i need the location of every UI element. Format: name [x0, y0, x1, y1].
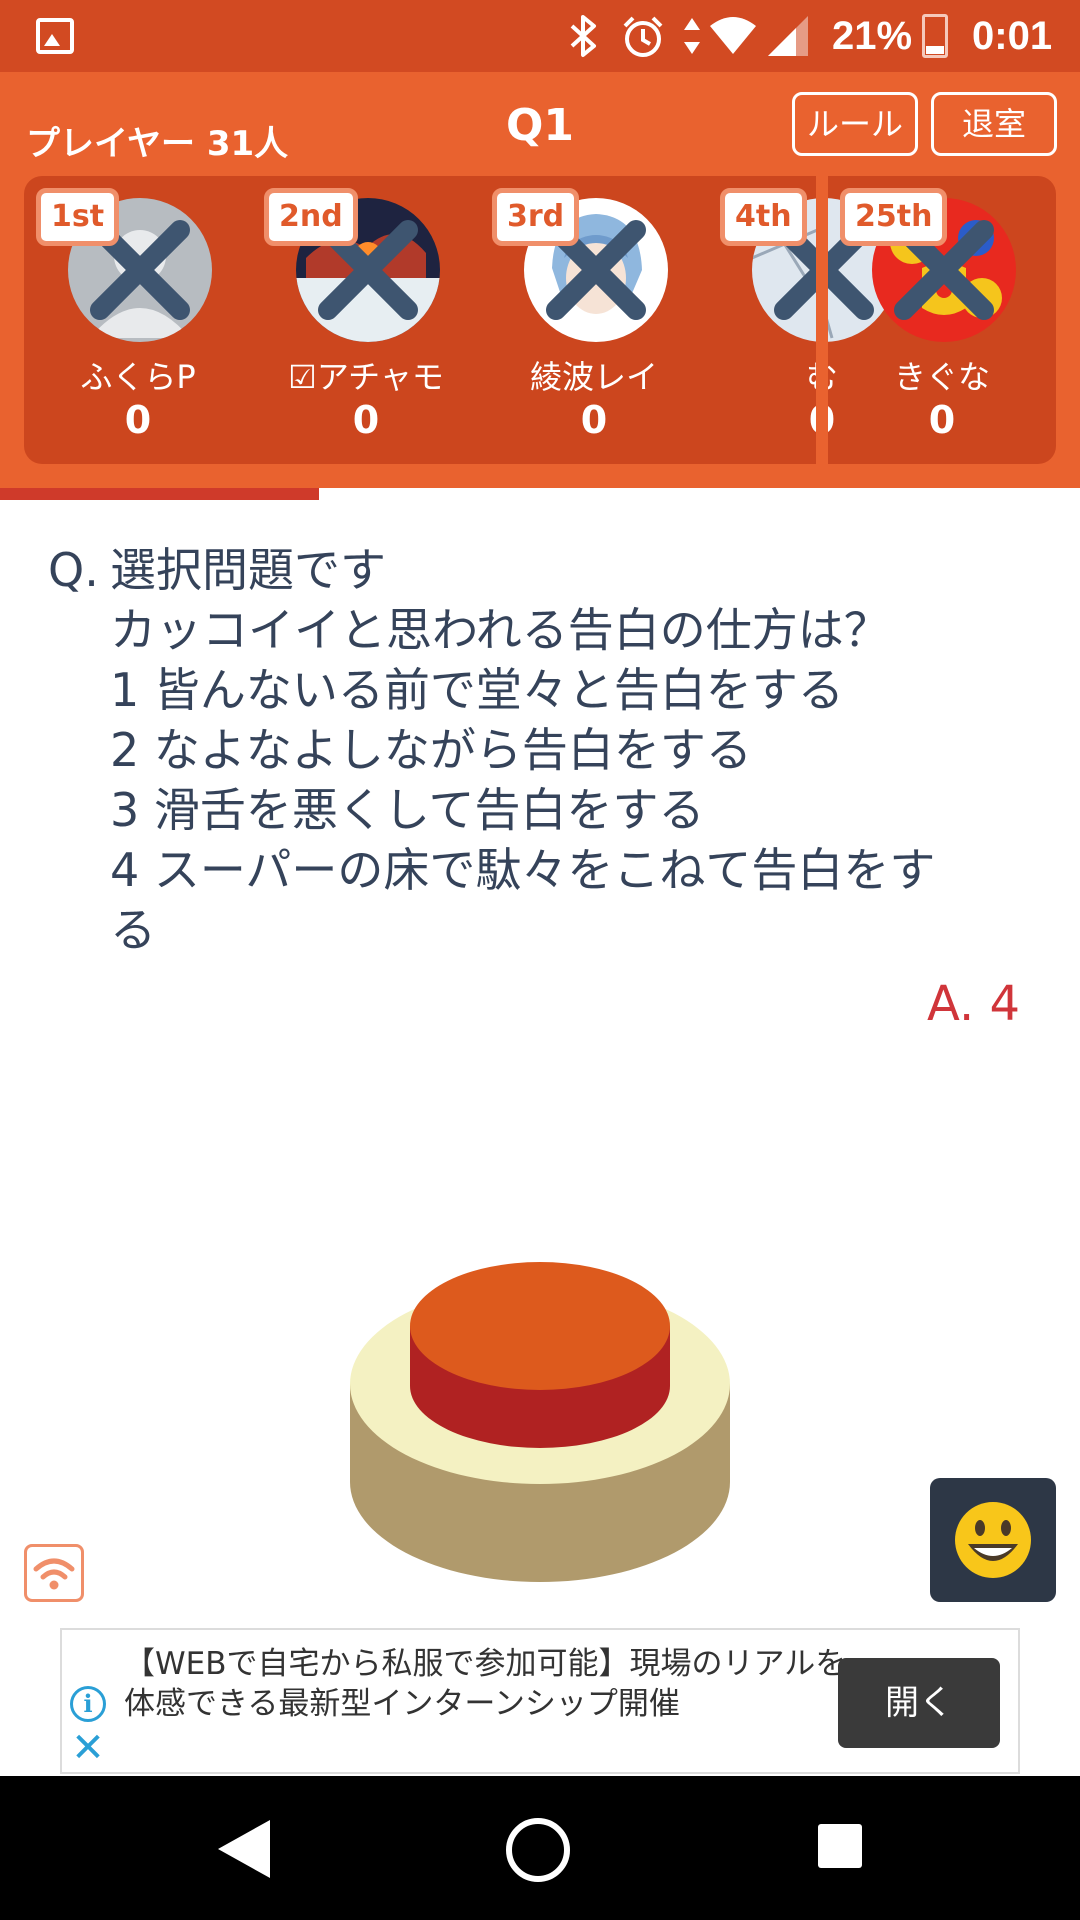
game-header: プレイヤー 31人 Q1 ルール 退室 1st ふくらP 0 2nd ☑アチャモ… — [0, 72, 1080, 488]
answer-text: A. 4 — [926, 976, 1020, 1032]
home-icon[interactable] — [504, 1816, 572, 1884]
rules-button[interactable]: ルール — [792, 92, 918, 156]
emoji-reaction-button[interactable] — [930, 1478, 1056, 1602]
question-choice: 4 スーパーの床で駄々をこねて告白をす — [110, 843, 936, 897]
ad-open-button[interactable]: 開く — [838, 1658, 1000, 1748]
question-line: 選択問題です — [110, 543, 386, 597]
ad-banner[interactable]: i ✕ 【WEBで自宅から私服で参加可能】現場のリアルを体感できる最新型インター… — [60, 1628, 1020, 1774]
wifi-icon — [708, 14, 758, 67]
close-icon[interactable]: ✕ — [70, 1728, 106, 1768]
rank-badge: 4th — [720, 188, 807, 246]
clock: 0:01 — [972, 14, 1053, 58]
rank-badge: 25th — [840, 188, 948, 246]
alarm-icon — [620, 14, 666, 69]
player-card[interactable]: 2nd ☑アチャモ 0 — [252, 176, 480, 464]
question-label: Q. — [48, 543, 99, 597]
player-card[interactable]: 3rd 綾波レイ 0 — [480, 176, 708, 464]
rank-badge: 1st — [36, 188, 120, 246]
exit-button[interactable]: 退室 — [931, 92, 1057, 156]
time-progress-fill — [0, 488, 319, 500]
question-choice: 3 滑舌を悪くして告白をする — [110, 783, 705, 837]
rank-badge: 2nd — [264, 188, 358, 246]
player-card[interactable]: 1st ふくらP 0 — [24, 176, 252, 464]
panel-divider — [816, 176, 828, 464]
buzzer-button[interactable] — [348, 1216, 732, 1586]
rank-badge: 3rd — [492, 188, 580, 246]
back-icon[interactable] — [214, 1816, 274, 1882]
ad-text: 【WEBで自宅から私服で参加可能】現場のリアルを体感できる最新型インターンシップ… — [124, 1646, 847, 1722]
player-name: 綾波レイ — [529, 358, 658, 396]
info-icon[interactable]: i — [70, 1686, 106, 1722]
question-number: Q1 — [505, 100, 575, 151]
player-name: ふくらP — [80, 358, 196, 396]
battery-percent: 21% — [832, 14, 913, 58]
navigation-bar — [0, 1776, 1080, 1920]
data-arrows-icon — [682, 14, 702, 67]
player-score: 0 — [580, 398, 608, 442]
my-player-card[interactable]: 25th きぐな 0 — [828, 176, 1056, 464]
player-name: きぐな — [893, 358, 990, 396]
player-score: 0 — [352, 398, 380, 442]
question-choice: 1 皆んないる前で堂々と告白をする — [110, 663, 844, 717]
gallery-icon — [36, 18, 74, 54]
question-body: 選択問題です カッコイイと思われる告白の仕方は？ 1 皆んないる前で堂々と告白を… — [110, 540, 1038, 960]
bluetooth-icon — [566, 14, 600, 67]
players-ranking-panel[interactable]: 1st ふくらP 0 2nd ☑アチャモ 0 3rd 綾波レイ 0 4th 25… — [24, 176, 1056, 464]
connection-button[interactable] — [24, 1544, 84, 1602]
players-count: プレイヤー 31人 — [26, 124, 289, 164]
question-line: カッコイイと思われる告白の仕方は？ — [110, 603, 890, 657]
status-bar: 21% 0:01 — [0, 0, 1080, 72]
recents-icon[interactable] — [816, 1822, 864, 1870]
wifi-icon — [33, 1558, 75, 1590]
player-score: 0 — [124, 398, 152, 442]
time-progress-bar — [0, 488, 1080, 500]
question-choice: 2 なよなよしながら告白をする — [110, 723, 752, 777]
smiley-icon — [955, 1502, 1031, 1578]
player-score: 0 — [928, 398, 956, 442]
battery-icon — [922, 14, 948, 58]
question-choice: る — [110, 903, 156, 957]
signal-icon — [766, 14, 810, 67]
player-name: ☑アチャモ — [288, 358, 444, 396]
